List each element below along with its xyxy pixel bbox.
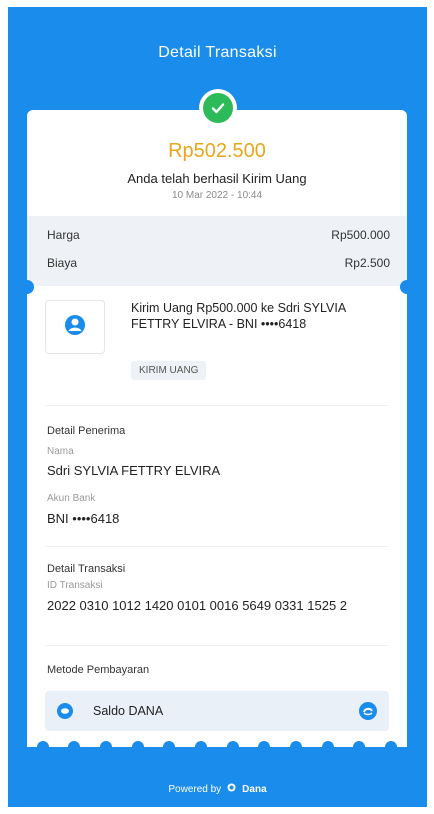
transaction-id-value: 2022 0310 1012 1420 0101 0016 5649 0331 … — [47, 598, 348, 613]
page-title: Detail Transaksi — [158, 44, 277, 61]
app-frame: Detail Transaksi Rp502.500 Anda telah be… — [8, 7, 427, 807]
fee-breakdown: Harga Rp500.000 Biaya Rp2.500 — [27, 216, 407, 286]
dana-brand-icon — [227, 783, 236, 795]
success-badge — [198, 89, 237, 127]
recipient-name-label: Nama — [47, 446, 74, 457]
divider — [45, 546, 389, 547]
fee-row-cost: Biaya Rp2.500 — [47, 256, 390, 270]
transaction-datetime: 10 Mar 2022 - 10:44 — [171, 190, 263, 201]
product-description: Kirim Uang Rp500.000 ke Sdri SYLVIA FETT… — [131, 301, 346, 331]
fee-row-price: Harga Rp500.000 — [47, 228, 390, 242]
user-transfer-icon — [64, 314, 86, 341]
transaction-section-title: Detail Transaksi — [47, 563, 126, 575]
check-icon — [202, 93, 233, 123]
transaction-id-label: ID Transaksi — [47, 580, 103, 591]
fee-value: Rp500.000 — [331, 228, 390, 242]
footer-brand: Dana — [242, 783, 267, 795]
transaction-card: Rp502.500 Anda telah berhasil Kirim Uang… — [27, 110, 407, 747]
fee-label: Harga — [47, 228, 80, 242]
payment-method-row[interactable]: Saldo DANA — [45, 691, 389, 731]
powered-by-text: Powered by — [168, 783, 222, 795]
ticket-notch-right — [400, 280, 407, 294]
product-summary: Kirim Uang Rp500.000 ke Sdri SYLVIA FETT… — [45, 296, 389, 396]
product-icon-box — [45, 300, 105, 354]
payment-section-title: Metode Pembayaran — [47, 664, 150, 676]
status-message: Anda telah berhasil Kirim Uang — [127, 171, 307, 186]
dana-logo-icon — [359, 702, 377, 720]
recipient-section-title: Detail Penerima — [47, 425, 126, 437]
recipient-name-value: Sdri SYLVIA FETTRY ELVIRA — [47, 463, 221, 478]
bank-account-value: BNI ••••6418 — [47, 511, 120, 526]
bank-account-label: Akun Bank — [47, 493, 96, 504]
footer: Powered by Dana — [8, 783, 427, 795]
divider — [45, 645, 389, 646]
category-chip: KIRIM UANG — [131, 361, 207, 380]
ticket-scallop-edge — [27, 741, 407, 747]
divider — [45, 405, 389, 406]
fee-label: Biaya — [47, 256, 78, 270]
total-amount: Rp502.500 — [168, 140, 266, 162]
payment-method-label: Saldo DANA — [93, 704, 164, 718]
fee-value: Rp2.500 — [344, 256, 390, 270]
wallet-icon — [57, 703, 73, 719]
